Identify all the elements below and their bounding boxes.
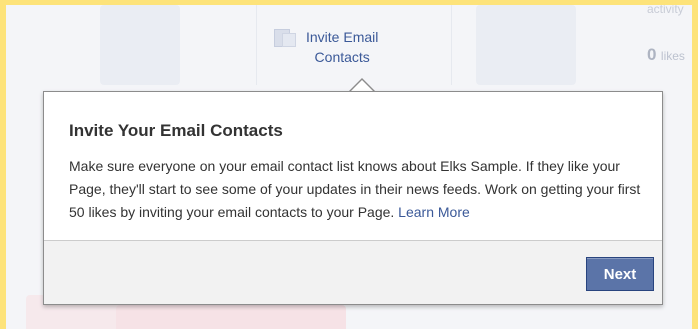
- dialog-title: Invite Your Email Contacts: [69, 121, 283, 140]
- background-graphic: [116, 305, 346, 329]
- invite-link-line2: Contacts: [314, 49, 370, 65]
- dialog-footer: Next: [44, 240, 662, 304]
- dialog-body-text: Make sure everyone on your email contact…: [69, 158, 641, 220]
- likes-count: 0: [647, 45, 657, 64]
- invite-contacts-dialog: Invite Your Email Contacts Make sure eve…: [43, 91, 663, 305]
- next-button[interactable]: Next: [586, 257, 654, 291]
- page-background: Invite Email Contacts activity 0 likes I…: [6, 5, 692, 329]
- dialog-body: Make sure everyone on your email contact…: [69, 155, 654, 224]
- column-divider: [451, 5, 452, 85]
- popup-pointer-fill: [351, 80, 373, 91]
- invite-email-contacts-label[interactable]: Invite Email Contacts: [306, 27, 378, 67]
- invite-link-line1: Invite Email: [306, 29, 379, 45]
- contacts-card-icon: [274, 27, 298, 49]
- likes-stat: 0 likes: [647, 45, 685, 65]
- column-divider: [256, 5, 257, 85]
- learn-more-link[interactable]: Learn More: [398, 204, 470, 220]
- background-graphic: [100, 5, 180, 85]
- activity-label: activity: [647, 5, 684, 16]
- invite-email-contacts-link[interactable]: Invite Email Contacts: [274, 27, 378, 67]
- background-graphic: [476, 5, 576, 85]
- likes-label: likes: [660, 49, 685, 63]
